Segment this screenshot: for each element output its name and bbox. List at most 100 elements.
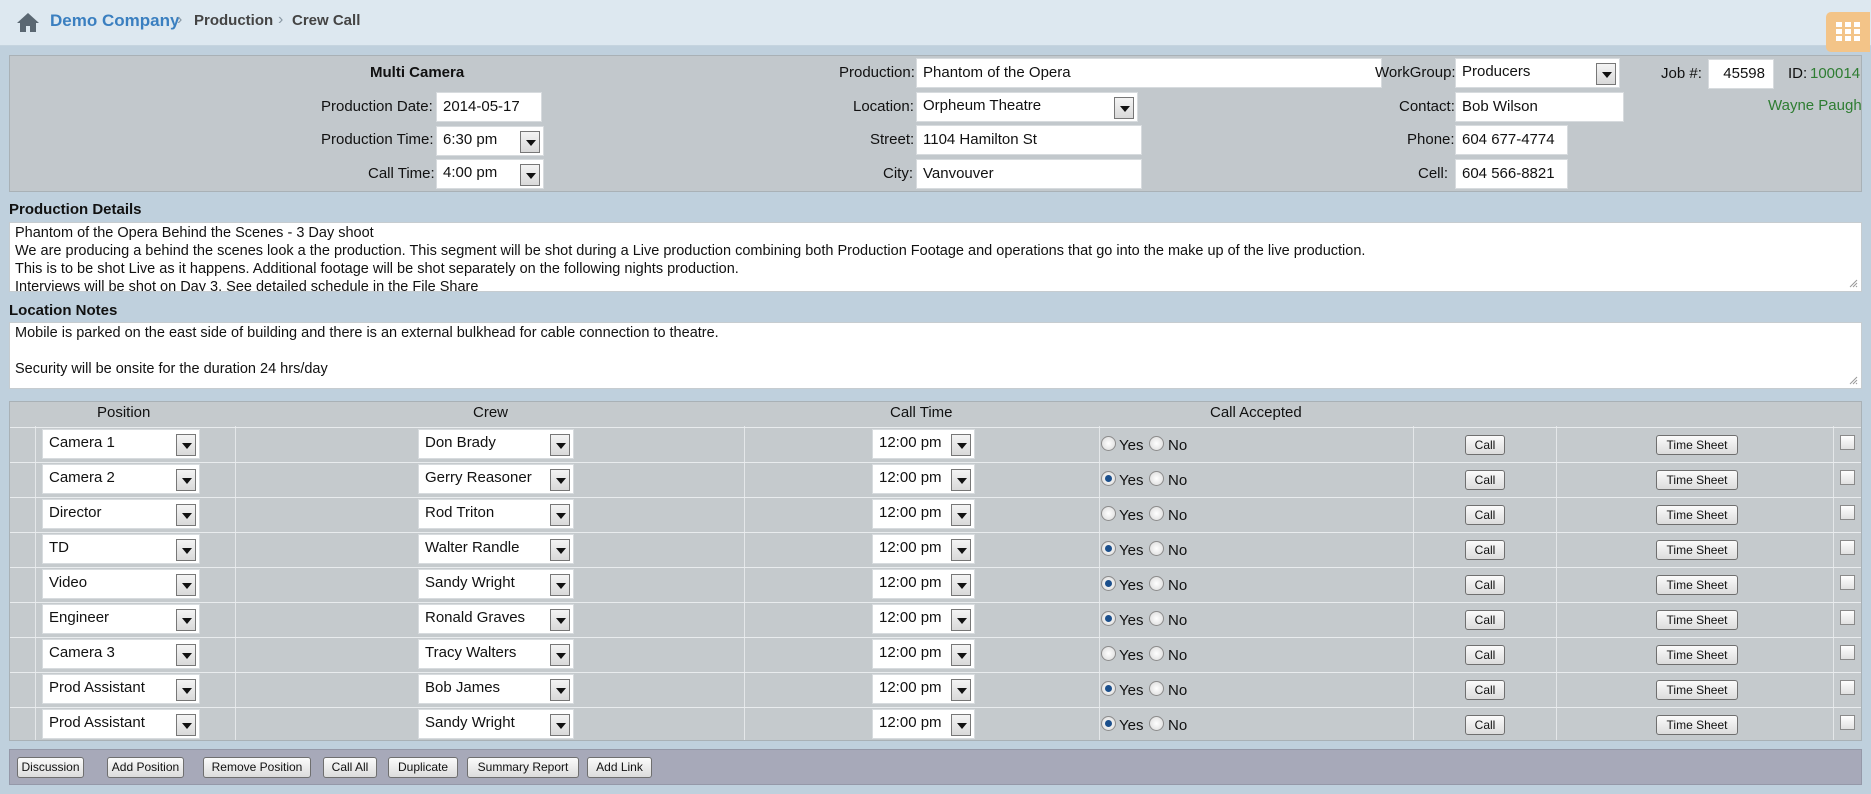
row-select-checkbox[interactable] xyxy=(1840,610,1855,625)
accepted-yes-radio[interactable] xyxy=(1101,716,1116,731)
position-select[interactable]: Camera 1 xyxy=(42,429,200,459)
chevron-down-icon[interactable] xyxy=(550,714,570,736)
chevron-down-icon[interactable] xyxy=(176,679,196,701)
position-select[interactable]: Prod Assistant xyxy=(42,709,200,739)
row-select-checkbox[interactable] xyxy=(1840,435,1855,450)
crew-select[interactable]: Don Brady xyxy=(418,429,574,459)
workgroup-select[interactable]: Producers xyxy=(1455,58,1620,88)
call-time-select[interactable]: 12:00 pm xyxy=(872,674,975,704)
time-sheet-button[interactable]: Time Sheet xyxy=(1656,680,1738,700)
chevron-down-icon[interactable] xyxy=(951,609,971,631)
crew-select[interactable]: Tracy Walters xyxy=(418,639,574,669)
chevron-down-icon[interactable] xyxy=(550,539,570,561)
accepted-no-radio[interactable] xyxy=(1149,681,1164,696)
chevron-down-icon[interactable] xyxy=(550,644,570,666)
call-time-select[interactable]: 4:00 pm xyxy=(436,159,544,189)
accepted-yes-radio[interactable] xyxy=(1101,541,1116,556)
time-sheet-button[interactable]: Time Sheet xyxy=(1656,435,1738,455)
call-button[interactable]: Call xyxy=(1465,575,1505,595)
position-select[interactable]: Prod Assistant xyxy=(42,674,200,704)
chevron-down-icon[interactable] xyxy=(951,679,971,701)
position-select[interactable]: Camera 2 xyxy=(42,464,200,494)
apps-grid-button[interactable] xyxy=(1826,12,1870,52)
time-sheet-button[interactable]: Time Sheet xyxy=(1656,715,1738,735)
crew-select[interactable]: Ronald Graves xyxy=(418,604,574,634)
position-select[interactable]: Engineer xyxy=(42,604,200,634)
chevron-down-icon[interactable] xyxy=(550,679,570,701)
chevron-down-icon[interactable] xyxy=(550,574,570,596)
production-details-textarea[interactable]: Phantom of the Opera Behind the Scenes -… xyxy=(9,222,1862,292)
phone-field[interactable]: 604 677-4774 xyxy=(1455,125,1568,155)
accepted-yes-radio[interactable] xyxy=(1101,436,1116,451)
remove-position-button[interactable]: Remove Position xyxy=(203,757,311,778)
user-name[interactable]: Wayne Paugh xyxy=(1768,97,1862,114)
production-date-field[interactable]: 2014-05-17 xyxy=(436,92,542,122)
crew-select[interactable]: Bob James xyxy=(418,674,574,704)
chevron-down-icon[interactable] xyxy=(176,644,196,666)
position-select[interactable]: Camera 3 xyxy=(42,639,200,669)
accepted-no-radio[interactable] xyxy=(1149,576,1164,591)
accepted-no-radio[interactable] xyxy=(1149,611,1164,626)
accepted-yes-radio[interactable] xyxy=(1101,611,1116,626)
time-sheet-button[interactable]: Time Sheet xyxy=(1656,470,1738,490)
chevron-down-icon[interactable] xyxy=(1114,97,1134,119)
call-time-select[interactable]: 12:00 pm xyxy=(872,709,975,739)
call-button[interactable]: Call xyxy=(1465,470,1505,490)
production-name-field[interactable]: Phantom of the Opera xyxy=(916,58,1382,88)
resize-grip-icon[interactable] xyxy=(1849,376,1858,385)
chevron-down-icon[interactable] xyxy=(951,469,971,491)
accepted-yes-radio[interactable] xyxy=(1101,471,1116,486)
accepted-yes-radio[interactable] xyxy=(1101,646,1116,661)
crew-select[interactable]: Walter Randle xyxy=(418,534,574,564)
chevron-down-icon[interactable] xyxy=(176,539,196,561)
row-select-checkbox[interactable] xyxy=(1840,575,1855,590)
chevron-down-icon[interactable] xyxy=(1596,63,1616,85)
call-all-button[interactable]: Call All xyxy=(323,757,377,778)
job-number-field[interactable]: 45598 xyxy=(1708,59,1774,89)
location-notes-textarea[interactable]: Mobile is parked on the east side of bui… xyxy=(9,322,1862,389)
call-time-select[interactable]: 12:00 pm xyxy=(872,604,975,634)
row-select-checkbox[interactable] xyxy=(1840,540,1855,555)
call-time-select[interactable]: 12:00 pm xyxy=(872,534,975,564)
call-time-select[interactable]: 12:00 pm xyxy=(872,464,975,494)
row-select-checkbox[interactable] xyxy=(1840,680,1855,695)
crew-select[interactable]: Sandy Wright xyxy=(418,569,574,599)
home-icon[interactable] xyxy=(16,11,40,33)
call-time-select[interactable]: 12:00 pm xyxy=(872,499,975,529)
crew-select[interactable]: Gerry Reasoner xyxy=(418,464,574,494)
chevron-down-icon[interactable] xyxy=(550,434,570,456)
accepted-no-radio[interactable] xyxy=(1149,471,1164,486)
chevron-down-icon[interactable] xyxy=(520,131,540,153)
chevron-down-icon[interactable] xyxy=(550,504,570,526)
discussion-button[interactable]: Discussion xyxy=(17,757,84,778)
resize-grip-icon[interactable] xyxy=(1849,279,1858,288)
chevron-down-icon[interactable] xyxy=(176,574,196,596)
production-time-select[interactable]: 6:30 pm xyxy=(436,126,544,156)
time-sheet-button[interactable]: Time Sheet xyxy=(1656,575,1738,595)
chevron-down-icon[interactable] xyxy=(520,164,540,186)
crew-select[interactable]: Rod Triton xyxy=(418,499,574,529)
chevron-down-icon[interactable] xyxy=(951,714,971,736)
call-button[interactable]: Call xyxy=(1465,540,1505,560)
position-select[interactable]: TD xyxy=(42,534,200,564)
row-select-checkbox[interactable] xyxy=(1840,645,1855,660)
call-button[interactable]: Call xyxy=(1465,645,1505,665)
chevron-down-icon[interactable] xyxy=(176,469,196,491)
summary-report-button[interactable]: Summary Report xyxy=(467,757,579,778)
accepted-yes-radio[interactable] xyxy=(1101,681,1116,696)
call-button[interactable]: Call xyxy=(1465,680,1505,700)
row-select-checkbox[interactable] xyxy=(1840,505,1855,520)
position-select[interactable]: Video xyxy=(42,569,200,599)
time-sheet-button[interactable]: Time Sheet xyxy=(1656,540,1738,560)
time-sheet-button[interactable]: Time Sheet xyxy=(1656,645,1738,665)
call-button[interactable]: Call xyxy=(1465,435,1505,455)
call-button[interactable]: Call xyxy=(1465,715,1505,735)
crew-select[interactable]: Sandy Wright xyxy=(418,709,574,739)
position-select[interactable]: Director xyxy=(42,499,200,529)
chevron-down-icon[interactable] xyxy=(951,574,971,596)
chevron-down-icon[interactable] xyxy=(550,469,570,491)
time-sheet-button[interactable]: Time Sheet xyxy=(1656,505,1738,525)
location-select[interactable]: Orpheum Theatre xyxy=(916,92,1138,122)
chevron-down-icon[interactable] xyxy=(176,434,196,456)
accepted-no-radio[interactable] xyxy=(1149,436,1164,451)
